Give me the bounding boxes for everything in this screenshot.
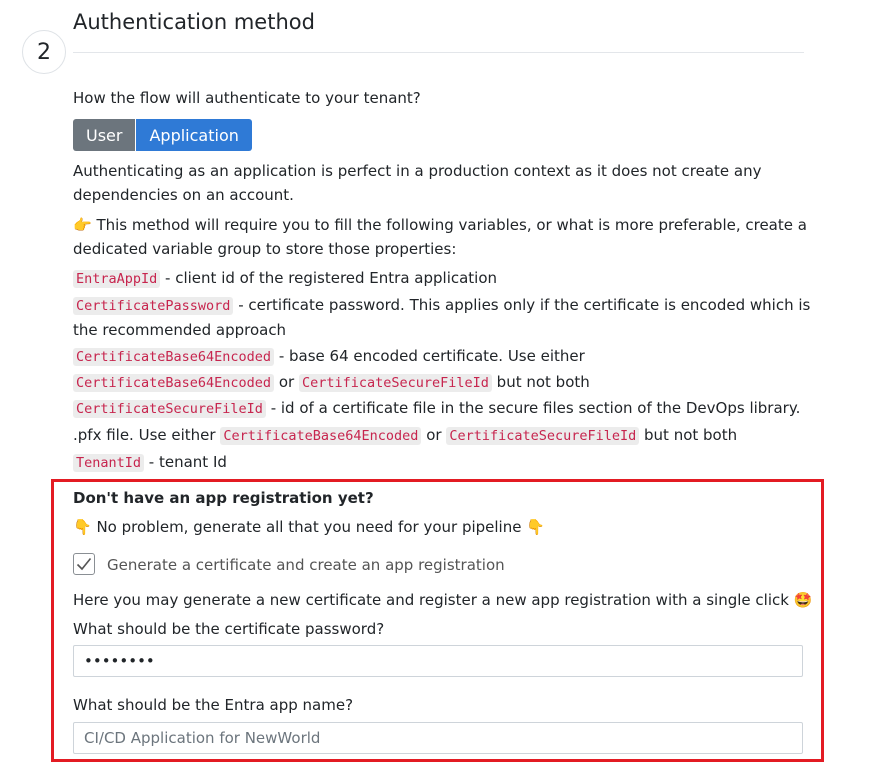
pointing-down-icon: 👇 [73,518,92,536]
section-title: Authentication method [73,10,315,34]
auth-toggle: User Application [73,119,252,151]
variable-code: CertificateSecureFileId [446,427,640,445]
title-divider [73,52,804,53]
variable-cert-base64-cont: CertificateBase64Encoded or CertificateS… [73,373,590,392]
pfx-text: .pfx file. Use either [73,426,221,444]
variable-app-id: EntraAppId - client id of the registered… [73,269,498,288]
variable-code: CertificateBase64Encoded [73,374,275,392]
description-line-2: dependencies on an account. [73,186,294,204]
or-text: or [421,426,447,444]
variable-code: CertificatePassword [73,297,234,315]
step-number-circle: 2 [22,30,66,74]
variable-description: - base 64 encoded certificate. Use eithe… [274,347,585,365]
description-line-4: dedicated variable group to store those … [73,240,457,258]
application-auth-button[interactable]: Application [136,119,252,151]
variable-tenant-id: TenantId - tenant Id [73,453,227,472]
variable-cert-secure-file: CertificateSecureFileId - id of a certif… [73,399,801,418]
variable-cert-password: CertificatePassword - certificate passwo… [73,296,811,315]
variable-code: CertificateBase64Encoded [73,348,275,366]
registration-info: Here you may generate a new certificate … [73,591,812,609]
user-auth-button[interactable]: User [73,119,136,151]
variable-description: - id of a certificate file in the secure… [265,399,801,417]
pointing-right-icon: 👉 [73,216,92,234]
generate-checkbox[interactable] [73,553,95,575]
variable-code: EntraAppId [73,270,161,288]
variable-description: - client id of the registered Entra appl… [160,269,498,287]
info-text: Here you may generate a new certificate … [73,591,794,609]
but-text: but not both [639,426,738,444]
pointing-down-icon: 👇 [526,518,545,536]
variable-code: CertificateBase64Encoded [220,427,422,445]
variable-cert-password-cont: the recommended approach [73,321,287,339]
variable-code: TenantId [73,454,145,472]
registration-heading: Don't have an app registration yet? [73,489,374,507]
but-text: but not both [491,373,590,391]
checkmark-icon [76,557,92,571]
auth-question: How the flow will authenticate to your t… [73,89,421,107]
or-text: or [274,373,299,391]
description-line-1: Authenticating as an application is perf… [73,162,762,180]
variable-cert-secure-file-cont: .pfx file. Use either CertificateBase64E… [73,426,738,445]
certificate-password-field[interactable] [73,645,803,677]
no-problem-text: No problem, generate all that you need f… [91,518,527,536]
variable-cert-base64: CertificateBase64Encoded - base 64 encod… [73,347,585,366]
variable-code: CertificateSecureFileId [73,400,266,418]
description-line-3: 👉 This method will require you to fill t… [73,216,807,234]
variable-code: CertificateSecureFileId [298,374,492,392]
generate-checkbox-label[interactable]: Generate a certificate and create an app… [107,556,505,574]
step-number: 2 [37,39,51,65]
description-text: This method will require you to fill the… [91,216,807,234]
password-label: What should be the certificate password? [73,620,385,638]
star-struck-icon: 🤩 [793,591,813,609]
variable-description: - certificate password. This applies onl… [233,296,811,314]
entra-app-name-field[interactable] [73,722,803,754]
app-name-label: What should be the Entra app name? [73,696,354,714]
variable-description: - tenant Id [144,453,227,471]
no-problem-line: 👇 No problem, generate all that you need… [73,518,545,536]
